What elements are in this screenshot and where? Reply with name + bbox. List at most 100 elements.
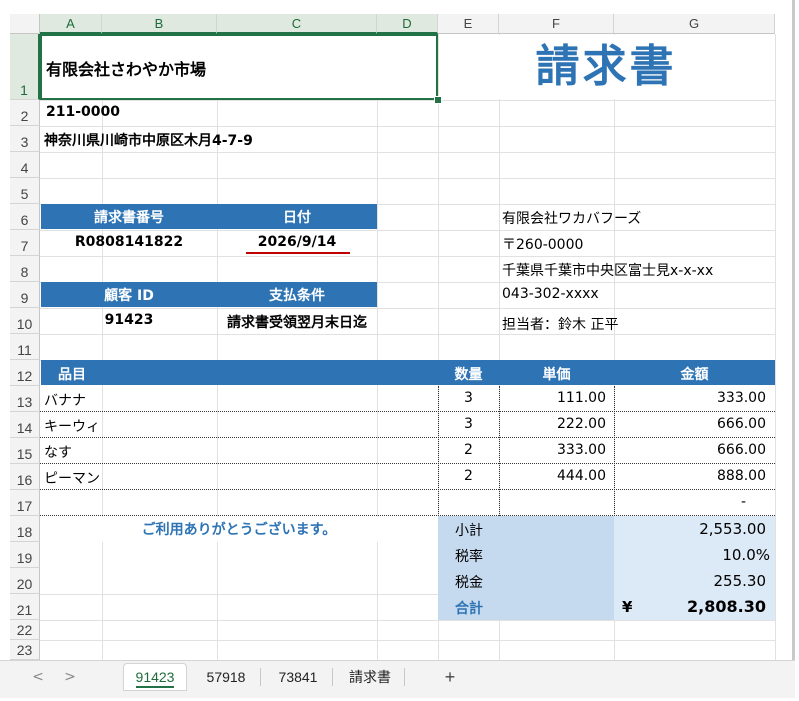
gridline	[40, 100, 775, 101]
recipient-postal[interactable]: 〒260-0000	[502, 234, 583, 254]
gridline	[40, 230, 775, 231]
gridline	[40, 152, 775, 153]
customer-id-label[interactable]: 顧客 ID	[41, 285, 217, 305]
row-header-23[interactable]: 23	[10, 640, 40, 660]
items-header-amount[interactable]: 金額	[614, 364, 775, 384]
invoice-number[interactable]: R0808141822	[41, 234, 217, 250]
seller-postal[interactable]: 211-0000	[46, 104, 120, 120]
item-price[interactable]: 333.00	[499, 442, 606, 458]
column-header-f[interactable]: F	[499, 14, 614, 34]
payment-terms[interactable]: 請求書受領翌月末日迄	[217, 312, 377, 332]
item-price[interactable]: 444.00	[499, 468, 606, 484]
gridline	[40, 256, 775, 257]
row-header-12[interactable]: 12	[10, 360, 40, 386]
tax-rate-value[interactable]: 10.0%	[614, 546, 770, 564]
items-header-unit-price[interactable]: 単価	[499, 364, 614, 384]
gridline	[40, 334, 775, 335]
fill-handle[interactable]	[434, 96, 442, 104]
column-header-b[interactable]: B	[102, 14, 217, 34]
recipient-address[interactable]: 千葉県千葉市中央区富士見x-x-xx	[502, 260, 713, 280]
row-header-10[interactable]: 10	[10, 308, 40, 334]
item-name[interactable]: バナナ	[44, 390, 86, 410]
subtotal-label[interactable]: 小計	[455, 520, 483, 540]
row-header-6[interactable]: 6	[10, 204, 40, 230]
invoice-title[interactable]: 請求書	[438, 34, 774, 100]
sheet-tab-invoice[interactable]: 請求書	[338, 664, 402, 690]
item-amount[interactable]: -	[614, 494, 746, 510]
column-header-g[interactable]: G	[614, 14, 775, 34]
item-amount[interactable]: 666.00	[614, 416, 766, 432]
invoice-number-label[interactable]: 請求書番号	[41, 207, 217, 227]
row-header-21[interactable]: 21	[10, 594, 40, 620]
column-header-a[interactable]: A	[40, 14, 102, 34]
customer-id[interactable]: 91423	[41, 312, 217, 328]
table-border	[40, 489, 775, 490]
sheet-tab-label: 91423	[135, 669, 175, 688]
item-qty[interactable]: 2	[438, 442, 499, 458]
row-header-7[interactable]: 7	[10, 230, 40, 256]
thanks-message[interactable]: ご利用ありがとうございます。	[41, 519, 437, 539]
row-header-5[interactable]: 5	[10, 178, 40, 204]
item-qty[interactable]: 2	[438, 468, 499, 484]
total-value[interactable]: 2,808.30	[614, 597, 766, 616]
item-name[interactable]: なす	[44, 442, 72, 462]
subtotal-value[interactable]: 2,553.00	[614, 520, 766, 538]
row-header-18[interactable]: 18	[10, 516, 40, 542]
item-amount[interactable]: 888.00	[614, 468, 766, 484]
gridline	[40, 640, 775, 641]
row-header-16[interactable]: 16	[10, 464, 40, 490]
sheet-tab-91423[interactable]: 91423	[124, 664, 186, 690]
tax-rate-label[interactable]: 税率	[455, 546, 483, 566]
item-amount[interactable]: 666.00	[614, 442, 766, 458]
recipient-phone[interactable]: 043-302-xxxx	[502, 286, 599, 302]
seller-address[interactable]: 神奈川県川崎市中原区木月4-7-9	[44, 130, 253, 150]
recipient-company[interactable]: 有限会社ワカバフーズ	[502, 208, 641, 228]
row-header-2[interactable]: 2	[10, 100, 40, 126]
recipient-contact[interactable]: 担当者：鈴木 正平	[502, 314, 618, 334]
row-header-3[interactable]: 3	[10, 126, 40, 152]
row-header-13[interactable]: 13	[10, 386, 40, 412]
invoice-date-label[interactable]: 日付	[217, 207, 377, 227]
add-sheet-icon[interactable]: +	[438, 664, 462, 690]
tax-label[interactable]: 税金	[455, 572, 483, 592]
row-header-11[interactable]: 11	[10, 334, 40, 360]
row-header-19[interactable]: 19	[10, 542, 40, 568]
row-header-9[interactable]: 9	[10, 282, 40, 308]
item-qty[interactable]: 3	[438, 390, 499, 406]
sheet-tab-73841[interactable]: 73841	[266, 664, 330, 690]
tab-separator	[332, 668, 333, 686]
tax-value[interactable]: 255.30	[614, 572, 767, 590]
column-header-e[interactable]: E	[438, 14, 499, 34]
row-header-4[interactable]: 4	[10, 152, 40, 178]
items-header-qty[interactable]: 数量	[438, 364, 499, 384]
item-name[interactable]: ピーマン	[44, 468, 100, 488]
item-name[interactable]: キーウィ	[44, 416, 100, 436]
payment-terms-label[interactable]: 支払条件	[217, 285, 377, 305]
row-header-22[interactable]: 22	[10, 620, 40, 640]
tab-scroll-right-icon[interactable]: >	[60, 664, 80, 690]
item-amount[interactable]: 333.00	[614, 390, 766, 406]
gridline	[377, 34, 378, 660]
row-header-20[interactable]: 20	[10, 568, 40, 594]
gridline	[775, 34, 776, 660]
row-header-15[interactable]: 15	[10, 438, 40, 464]
items-header-item[interactable]: 品目	[58, 364, 86, 384]
row-header-17[interactable]: 17	[10, 490, 40, 516]
row-header-8[interactable]: 8	[10, 256, 40, 282]
sheet-tab-57918[interactable]: 57918	[194, 664, 258, 690]
table-border	[40, 463, 775, 464]
select-all-corner[interactable]	[10, 14, 40, 34]
item-price[interactable]: 111.00	[499, 390, 606, 406]
row-header-1[interactable]: 1	[10, 34, 40, 100]
item-qty[interactable]: 3	[438, 416, 499, 432]
gridline	[217, 34, 218, 660]
row-header-14[interactable]: 14	[10, 412, 40, 438]
date-underline	[246, 252, 350, 254]
column-header-d[interactable]: D	[377, 14, 438, 34]
tab-scroll-left-icon[interactable]: <	[28, 664, 48, 690]
invoice-date[interactable]: 2026/9/14	[217, 234, 377, 250]
gridline	[40, 126, 775, 127]
item-price[interactable]: 222.00	[499, 416, 606, 432]
total-label[interactable]: 合計	[455, 598, 483, 618]
column-header-c[interactable]: C	[217, 14, 377, 34]
